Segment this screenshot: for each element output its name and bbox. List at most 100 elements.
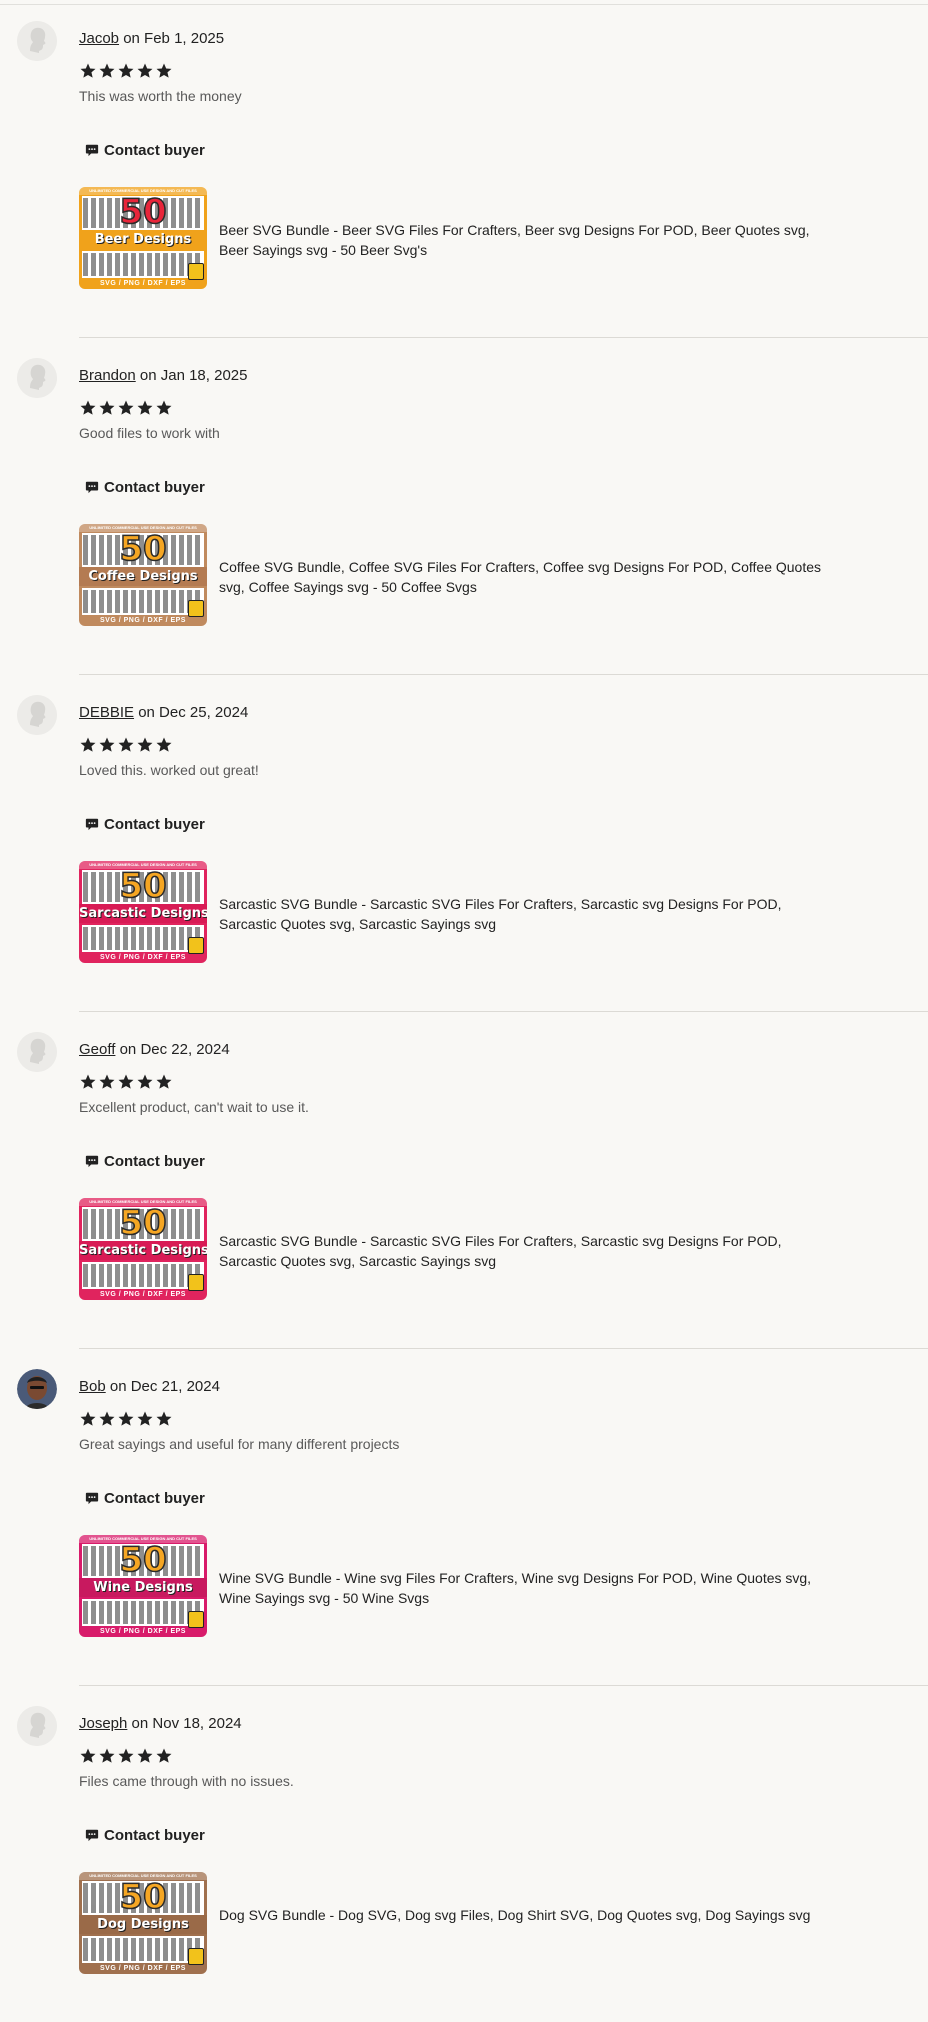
star-icon (117, 1073, 135, 1091)
thumb-count: 50 (119, 1540, 168, 1580)
listing-title-link[interactable]: Dog SVG Bundle - Dog SVG, Dog svg Files,… (219, 1905, 839, 1925)
star-icon (155, 1747, 173, 1765)
star-icon (98, 62, 116, 80)
thumb-formats: SVG / PNG / DXF / EPS (100, 280, 186, 287)
reviewer-name-link[interactable]: Geoff (79, 1041, 115, 1058)
listing-title-link[interactable]: Beer SVG Bundle - Beer SVG Files For Cra… (219, 220, 839, 260)
listing-thumbnail[interactable]: UNLIMITED COMMERCIAL USE DESIGN AND CUT … (79, 524, 207, 626)
thumb-commercial-badge (188, 263, 204, 280)
listing-title-link[interactable]: Wine SVG Bundle - Wine svg Files For Cra… (219, 1568, 839, 1608)
star-icon (155, 62, 173, 80)
star-rating (79, 1073, 173, 1091)
star-icon (136, 62, 154, 80)
review-comment: This was worth the money (79, 88, 242, 104)
review-byline: Brandon on Jan 18, 2025 (79, 367, 247, 385)
listing-title-link[interactable]: Sarcastic SVG Bundle - Sarcastic SVG Fil… (219, 1231, 839, 1271)
star-icon (98, 1073, 116, 1091)
thumb-commercial-badge (188, 1948, 204, 1965)
listing-thumbnail[interactable]: UNLIMITED COMMERCIAL USE DESIGN AND CUT … (79, 1535, 207, 1637)
avatar[interactable] (17, 21, 57, 61)
message-bubble-icon (85, 817, 99, 831)
thumb-design-pattern-bottom (83, 253, 203, 276)
star-icon (136, 1073, 154, 1091)
avatar[interactable] (17, 1706, 57, 1746)
reviewer-name-link[interactable]: Jacob (79, 30, 119, 47)
review-divider (79, 337, 928, 338)
star-icon (136, 1410, 154, 1428)
review-divider (79, 674, 928, 675)
review-item: Joseph on Nov 18, 2024 Files came throug… (0, 1685, 928, 2022)
user-placeholder-icon (17, 1032, 57, 1072)
message-bubble-icon (85, 1828, 99, 1842)
review-comment: Loved this. worked out great! (79, 762, 259, 778)
star-icon (155, 1073, 173, 1091)
star-icon (79, 736, 97, 754)
star-rating (79, 62, 173, 80)
thumb-count: 50 (119, 529, 168, 569)
thumb-design-pattern-bottom (83, 1264, 203, 1287)
review-byline: DEBBIE on Dec 25, 2024 (79, 704, 248, 722)
review-item: Jacob on Feb 1, 2025 This was worth the … (0, 0, 928, 337)
contact-buyer-button[interactable]: Contact buyer (79, 1149, 211, 1173)
avatar[interactable] (17, 695, 57, 735)
review-date: on Jan 18, 2025 (139, 367, 248, 384)
listing-title-link[interactable]: Coffee SVG Bundle, Coffee SVG Files For … (219, 557, 839, 597)
avatar-photo (17, 1369, 57, 1409)
star-icon (98, 1410, 116, 1428)
review-comment: Good files to work with (79, 425, 220, 441)
star-icon (117, 399, 135, 417)
listing-thumbnail[interactable]: UNLIMITED COMMERCIAL USE DESIGN AND CUT … (79, 1872, 207, 1974)
avatar[interactable] (17, 1369, 57, 1409)
star-icon (117, 1410, 135, 1428)
thumb-ribbon-label: Wine Designs (79, 1578, 207, 1597)
listing-thumbnail[interactable]: UNLIMITED COMMERCIAL USE DESIGN AND CUT … (79, 1198, 207, 1300)
thumb-formats: SVG / PNG / DXF / EPS (100, 1291, 186, 1298)
reviewer-name-link[interactable]: DEBBIE (79, 704, 134, 721)
thumb-formats: SVG / PNG / DXF / EPS (100, 954, 186, 961)
star-icon (79, 1410, 97, 1428)
review-divider (79, 1348, 928, 1349)
star-icon (117, 1747, 135, 1765)
star-icon (98, 1747, 116, 1765)
star-icon (79, 1747, 97, 1765)
contact-buyer-label: Contact buyer (104, 1826, 205, 1844)
review-divider (79, 1011, 928, 1012)
contact-buyer-button[interactable]: Contact buyer (79, 475, 211, 499)
listing-thumbnail[interactable]: UNLIMITED COMMERCIAL USE DESIGN AND CUT … (79, 187, 207, 289)
listing-title-link[interactable]: Sarcastic SVG Bundle - Sarcastic SVG Fil… (219, 894, 839, 934)
message-bubble-icon (85, 1154, 99, 1168)
star-rating (79, 736, 173, 754)
thumb-design-pattern-bottom (83, 927, 203, 950)
reviewer-name-link[interactable]: Joseph (79, 1715, 127, 1732)
thumb-design-pattern-bottom (83, 1938, 203, 1961)
avatar[interactable] (17, 358, 57, 398)
contact-buyer-button[interactable]: Contact buyer (79, 1486, 211, 1510)
thumb-commercial-badge (188, 937, 204, 954)
user-placeholder-icon (17, 695, 57, 735)
star-icon (117, 62, 135, 80)
thumb-commercial-badge (188, 600, 204, 617)
star-icon (117, 736, 135, 754)
review-date: on Nov 18, 2024 (131, 1715, 242, 1732)
contact-buyer-button[interactable]: Contact buyer (79, 138, 211, 162)
contact-buyer-button[interactable]: Contact buyer (79, 812, 211, 836)
thumb-ribbon-label: Sarcastic Designs (79, 904, 207, 923)
contact-buyer-label: Contact buyer (104, 1489, 205, 1507)
listing-thumbnail[interactable]: UNLIMITED COMMERCIAL USE DESIGN AND CUT … (79, 861, 207, 963)
thumb-formats: SVG / PNG / DXF / EPS (100, 617, 186, 624)
review-date: on Dec 21, 2024 (109, 1378, 220, 1395)
thumb-count: 50 (119, 1877, 168, 1917)
thumb-ribbon-label: Dog Designs (79, 1915, 207, 1934)
avatar[interactable] (17, 1032, 57, 1072)
reviewer-name-link[interactable]: Brandon (79, 367, 136, 384)
contact-buyer-button[interactable]: Contact buyer (79, 1823, 211, 1847)
message-bubble-icon (85, 143, 99, 157)
thumb-formats: SVG / PNG / DXF / EPS (100, 1965, 186, 1972)
contact-buyer-label: Contact buyer (104, 1152, 205, 1170)
star-icon (98, 399, 116, 417)
review-date: on Feb 1, 2025 (123, 30, 225, 47)
reviewer-name-link[interactable]: Bob (79, 1378, 106, 1395)
star-icon (79, 62, 97, 80)
review-comment: Great sayings and useful for many differ… (79, 1436, 400, 1452)
star-icon (98, 736, 116, 754)
